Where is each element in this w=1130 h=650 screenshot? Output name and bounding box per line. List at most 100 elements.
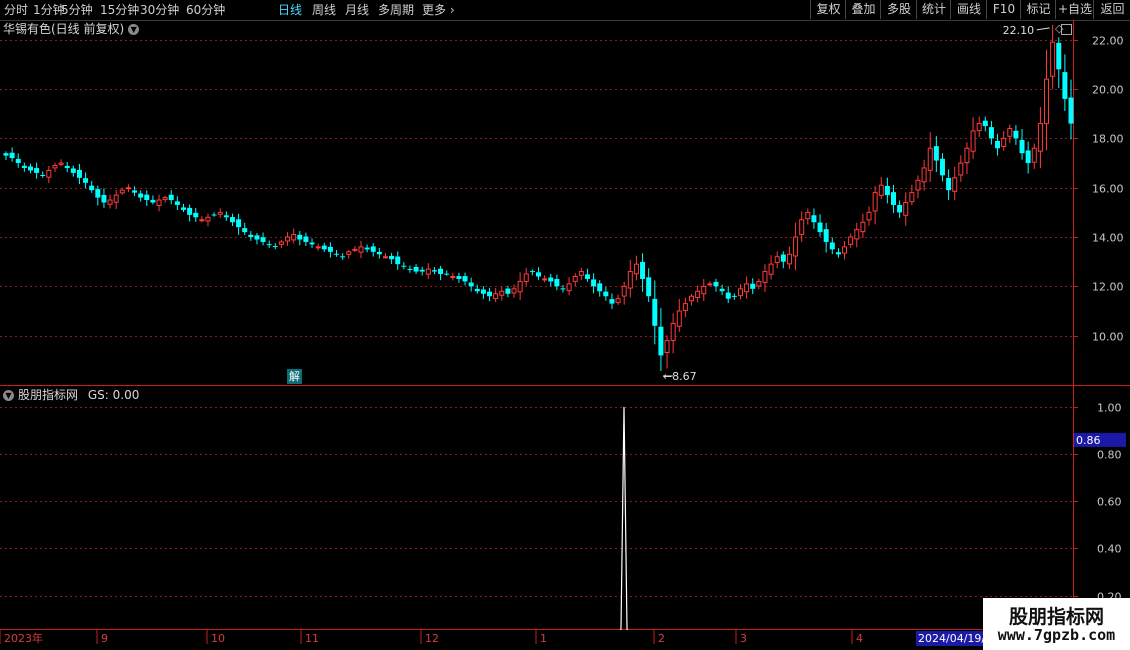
candle-body — [346, 251, 352, 255]
candle-body — [334, 253, 340, 255]
candle-body — [958, 162, 964, 176]
candle-body — [370, 246, 376, 252]
candle-body — [480, 289, 486, 294]
candle-body — [101, 194, 107, 203]
candle-body — [719, 288, 725, 292]
candle-body — [1068, 97, 1074, 124]
y-tick-label: 12.00 — [1092, 281, 1124, 294]
toolbar-button-4[interactable]: 画线 — [950, 0, 987, 19]
candle-body — [199, 219, 205, 222]
candle-body — [291, 234, 297, 241]
candle-body — [211, 214, 217, 216]
candle-body — [229, 217, 235, 223]
candle-body — [615, 298, 621, 304]
candle-body — [9, 152, 15, 159]
candle-body — [786, 253, 792, 265]
candle-body — [297, 234, 303, 240]
y-tick-label: 18.00 — [1092, 133, 1124, 146]
toolbar-button-6[interactable]: 标记 — [1020, 0, 1056, 19]
candle-body — [725, 292, 731, 299]
candle-body — [474, 288, 480, 292]
candle-body — [89, 185, 95, 191]
period-tab-7[interactable]: 周线 — [312, 2, 336, 18]
candle-body — [731, 295, 737, 297]
candle-body — [107, 199, 113, 205]
candle-body — [976, 123, 982, 132]
jie-marker[interactable]: 解 — [287, 369, 302, 384]
candle-body — [872, 192, 878, 212]
candle-body — [805, 211, 811, 220]
candle-body — [860, 221, 866, 233]
candle-body — [548, 277, 554, 282]
candle-body — [340, 256, 346, 258]
y-tick-label: 10.00 — [1092, 331, 1124, 344]
candle-body — [21, 165, 27, 168]
candle-body — [242, 228, 248, 233]
candle-body — [933, 146, 939, 161]
candle-body — [584, 274, 590, 279]
candle-body — [425, 268, 431, 275]
candle-body — [542, 278, 548, 281]
period-tab-9[interactable]: 多周期 — [378, 2, 414, 18]
period-tab-10[interactable]: 更多 › — [422, 2, 455, 18]
candle-body — [95, 189, 101, 198]
candle-body — [248, 234, 254, 238]
candle-body — [364, 247, 370, 250]
period-tab-2[interactable]: 5分钟 — [61, 2, 93, 18]
toolbar-button-1[interactable]: 叠加 — [845, 0, 881, 19]
period-tab-1[interactable]: 1分钟 — [33, 2, 65, 18]
indicator-chart[interactable]: 1.000.800.600.400.200.86 — [0, 386, 1130, 630]
y-tick-label: 22.00 — [1092, 35, 1124, 48]
toolbar-button-3[interactable]: 统计 — [916, 0, 951, 19]
candle-body — [646, 277, 652, 297]
toolbar-button-0[interactable]: 复权 — [810, 0, 846, 19]
candle-body — [995, 140, 1001, 149]
candle-body — [707, 283, 713, 286]
y-tick-label: 1.00 — [1097, 402, 1122, 415]
candle-body — [774, 256, 780, 264]
period-tab-6[interactable]: 日线 — [278, 2, 302, 18]
candle-body — [15, 158, 21, 164]
candle-body — [462, 276, 468, 282]
candle-body — [909, 192, 915, 203]
toolbar-button-5[interactable]: F10 — [986, 0, 1021, 19]
date-label: 9 — [101, 632, 108, 645]
candle-body — [315, 246, 321, 249]
candle-body — [3, 153, 9, 156]
candle-body — [689, 295, 695, 302]
candle-body — [652, 298, 658, 326]
candle-body — [737, 288, 743, 297]
period-tab-0[interactable]: 分时 — [4, 2, 28, 18]
candle-body — [389, 255, 395, 260]
candle-body — [664, 340, 670, 353]
candle-body — [780, 254, 786, 262]
toolbar-button-8[interactable]: 返回 — [1093, 0, 1130, 19]
period-tab-3[interactable]: 15分钟 — [100, 2, 139, 18]
candle-body — [842, 246, 848, 254]
candle-body — [915, 179, 921, 191]
candle-body — [835, 252, 841, 255]
candle-body — [829, 242, 835, 250]
toolbar-button-2[interactable]: 多股 — [880, 0, 917, 19]
date-axis: 2023年 9 10 11 12 1 2 3 4 2024/04/19/ — [0, 630, 1130, 650]
candle-body — [658, 326, 664, 356]
candle-body — [921, 167, 927, 183]
candle-body — [1013, 130, 1019, 139]
candle-body — [627, 271, 633, 289]
candle-body — [640, 261, 646, 279]
period-tab-5[interactable]: 60分钟 — [186, 2, 225, 18]
period-tab-8[interactable]: 月线 — [345, 2, 369, 18]
candle-body — [511, 288, 517, 294]
candle-body — [321, 245, 327, 250]
candlestick-chart[interactable]: 22.00 20.00 18.00 16.00 14.00 12.00 10.00 22.10… — [0, 20, 1130, 386]
candle-body — [1050, 41, 1056, 77]
candle-body — [878, 184, 884, 196]
watermark-title: 股朋指标网 — [1008, 606, 1104, 628]
toolbar-button-7[interactable]: +自选 — [1055, 0, 1094, 19]
candle-body — [419, 269, 425, 272]
candle-body — [193, 212, 199, 218]
candle-body — [597, 283, 603, 292]
candle-body — [40, 174, 46, 176]
period-tab-4[interactable]: 30分钟 — [140, 2, 179, 18]
candle-body — [1056, 42, 1062, 70]
